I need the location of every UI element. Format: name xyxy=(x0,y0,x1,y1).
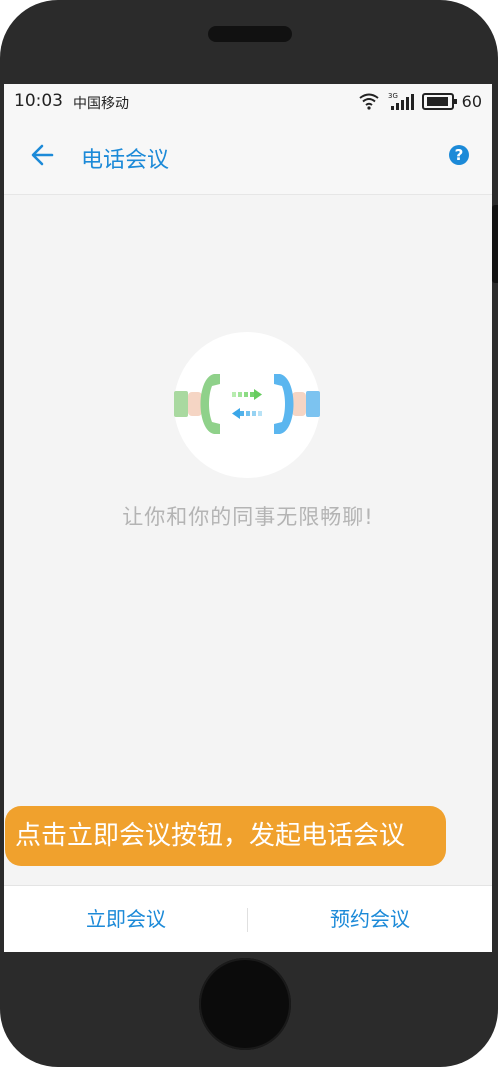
side-button xyxy=(492,205,498,283)
battery-icon xyxy=(421,92,457,110)
phone-frame: 10:03 中国移动 3G 60 电话会议 ? 让你和你的同事无限畅聊! 点击立… xyxy=(0,0,498,1067)
empty-state-message: 让你和你的同事无限畅聊! xyxy=(122,505,374,529)
status-carrier: 中国移动 xyxy=(73,96,129,112)
earpiece-speaker xyxy=(208,26,292,42)
app-bar: 电话会议 ? xyxy=(4,118,492,195)
tip-toast: 点击立即会议按钮，发起电话会议 xyxy=(5,806,446,866)
start-meeting-now-button[interactable]: 立即会议 xyxy=(4,886,248,952)
schedule-meeting-button[interactable]: 预约会议 xyxy=(248,886,492,952)
home-button[interactable] xyxy=(199,958,291,1050)
phone-handoff-illustration xyxy=(174,332,320,478)
cellular-signal-icon: 3G xyxy=(388,92,414,110)
wifi-icon xyxy=(359,93,379,110)
page-title: 电话会议 xyxy=(81,148,170,173)
question-circle-icon[interactable]: ? xyxy=(449,145,469,165)
bottom-bar: 立即会议 预约会议 xyxy=(4,885,492,952)
arrow-left-icon[interactable] xyxy=(28,140,58,170)
status-bar: 10:03 中国移动 3G 60 xyxy=(4,84,492,118)
phone-handoff-graphic xyxy=(174,374,320,434)
battery-level: 60 xyxy=(461,91,482,111)
help-glyph: ? xyxy=(454,146,464,164)
network-type-label: 3G xyxy=(388,92,398,100)
status-time: 10:03 xyxy=(14,91,63,111)
screen: 10:03 中国移动 3G 60 电话会议 ? 让你和你的同事无限畅聊! 点击立… xyxy=(4,84,492,952)
status-icons: 3G 60 xyxy=(358,90,482,112)
empty-state: 让你和你的同事无限畅聊! xyxy=(4,195,492,885)
